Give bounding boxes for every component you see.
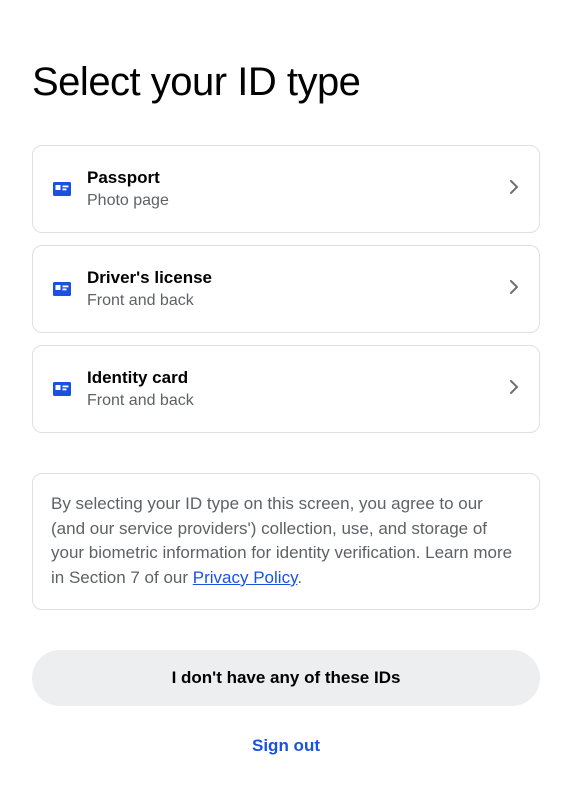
disclosure-text: By selecting your ID type on this screen…	[32, 473, 540, 610]
option-text: Identity card Front and back	[87, 368, 509, 410]
chevron-right-icon	[509, 279, 519, 300]
sign-out-link[interactable]: Sign out	[32, 736, 540, 756]
option-text: Driver's license Front and back	[87, 268, 509, 310]
id-options-list: Passport Photo page Driver's license Fro…	[32, 145, 540, 433]
page-title: Select your ID type	[32, 60, 540, 105]
privacy-policy-link[interactable]: Privacy Policy	[193, 568, 298, 587]
option-passport[interactable]: Passport Photo page	[32, 145, 540, 233]
id-card-icon	[53, 382, 71, 396]
option-title: Identity card	[87, 368, 509, 388]
disclosure-after: .	[297, 568, 302, 587]
option-title: Driver's license	[87, 268, 509, 288]
option-identity-card[interactable]: Identity card Front and back	[32, 345, 540, 433]
chevron-right-icon	[509, 379, 519, 400]
id-card-icon	[53, 182, 71, 196]
option-text: Passport Photo page	[87, 168, 509, 210]
option-subtitle: Photo page	[87, 192, 509, 210]
option-subtitle: Front and back	[87, 292, 509, 310]
chevron-right-icon	[509, 179, 519, 200]
option-title: Passport	[87, 168, 509, 188]
id-card-icon	[53, 282, 71, 296]
option-subtitle: Front and back	[87, 392, 509, 410]
option-drivers-license[interactable]: Driver's license Front and back	[32, 245, 540, 333]
no-id-button[interactable]: I don't have any of these IDs	[32, 650, 540, 706]
